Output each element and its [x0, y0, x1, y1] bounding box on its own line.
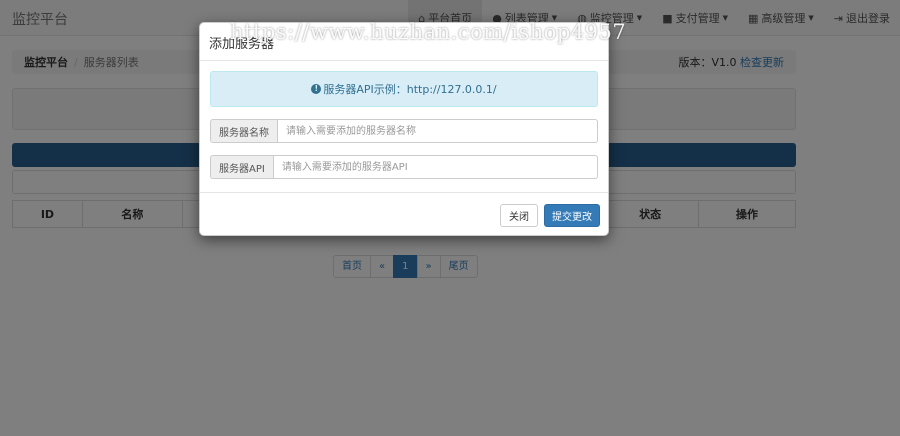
- server-name-label: 服务器名称: [210, 119, 278, 143]
- info-icon: !: [311, 84, 322, 94]
- server-api-input[interactable]: [273, 155, 598, 179]
- close-button[interactable]: 关闭: [500, 204, 538, 227]
- api-example-text: 服务器API示例：http://127.0.0.1/: [323, 83, 497, 96]
- server-api-label: 服务器API: [210, 155, 274, 179]
- api-example-alert: ! 服务器API示例：http://127.0.0.1/: [210, 71, 598, 107]
- server-name-input[interactable]: [278, 119, 598, 143]
- submit-changes-button[interactable]: 提交更改: [544, 204, 600, 227]
- add-server-modal: 添加服务器 ! 服务器API示例：http://127.0.0.1/ 服务器名称…: [199, 22, 609, 236]
- modal-body: ! 服务器API示例：http://127.0.0.1/ 服务器名称 服务器AP…: [200, 61, 608, 189]
- server-name-group: 服务器名称: [210, 119, 598, 143]
- modal-footer: 关闭 提交更改: [200, 192, 608, 236]
- watermark-text: https://www.huzhan.com/ishop4957: [230, 20, 627, 44]
- server-api-group: 服务器API: [210, 155, 598, 179]
